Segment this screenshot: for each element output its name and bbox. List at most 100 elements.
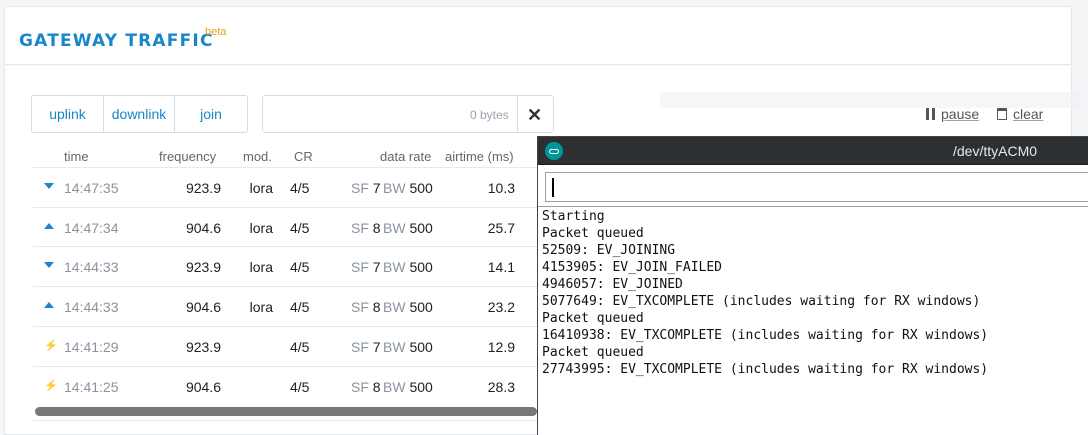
serial-output-line: 27743995: EV_TXCOMPLETE (includes waitin… bbox=[542, 362, 989, 377]
arduino-icon bbox=[545, 142, 563, 160]
row-bandwidth: BW 500 bbox=[383, 299, 433, 315]
bw-value: 500 bbox=[409, 339, 433, 355]
triangle-down-icon bbox=[44, 262, 54, 268]
sf-value: 7 bbox=[372, 259, 381, 275]
serial-output-line: 4153905: EV_JOIN_FAILED bbox=[542, 260, 723, 275]
row-spreading-factor: SF 7 bbox=[351, 259, 381, 275]
row-modulation: lora bbox=[249, 259, 273, 275]
row-airtime: 25.7 bbox=[487, 220, 515, 236]
row-frequency: 923.9 bbox=[185, 339, 221, 355]
row-bandwidth: BW 500 bbox=[383, 220, 433, 236]
sf-value: 8 bbox=[372, 379, 381, 395]
bw-value: 500 bbox=[409, 259, 433, 275]
bw-label: BW bbox=[383, 299, 406, 315]
row-modulation: lora bbox=[249, 299, 273, 315]
row-time: 14:41:29 bbox=[64, 339, 119, 355]
table-row[interactable]: 14:47:34 904.6 lora 4/5 SF 8 BW 500 25.7 bbox=[33, 207, 537, 246]
row-spreading-factor: SF 8 bbox=[351, 220, 381, 236]
column-header-modulation: mod. bbox=[243, 149, 272, 164]
sf-label: SF bbox=[351, 299, 369, 315]
row-bandwidth: BW 500 bbox=[383, 339, 433, 355]
serial-input-box bbox=[545, 172, 1088, 202]
serial-output-line: 16410938: EV_TXCOMPLETE (includes waitin… bbox=[542, 328, 989, 343]
bolt-icon: ⚡ bbox=[44, 340, 58, 352]
horizontal-scrollbar[interactable] bbox=[35, 407, 537, 416]
row-bandwidth: BW 500 bbox=[383, 180, 433, 196]
serial-input[interactable] bbox=[546, 173, 1088, 201]
table-row[interactable]: 14:44:33 923.9 lora 4/5 SF 7 BW 500 14.1 bbox=[33, 246, 537, 285]
serial-output-line: Packet queued bbox=[542, 226, 644, 241]
row-airtime: 28.3 bbox=[487, 379, 515, 395]
sf-value: 7 bbox=[372, 180, 381, 196]
serial-output-line: 4946057: EV_JOINED bbox=[542, 277, 683, 292]
window-titlebar[interactable]: /dev/ttyACM0 bbox=[538, 137, 1088, 165]
sf-value: 8 bbox=[372, 299, 381, 315]
sf-label: SF bbox=[351, 259, 369, 275]
bw-value: 500 bbox=[409, 379, 433, 395]
row-airtime: 23.2 bbox=[487, 299, 515, 315]
sf-value: 8 bbox=[372, 220, 381, 236]
clear-label: clear bbox=[1013, 106, 1044, 122]
bw-value: 500 bbox=[409, 299, 433, 315]
table-row[interactable]: 14:47:35 923.9 lora 4/5 SF 7 BW 500 10.3 bbox=[33, 167, 537, 206]
row-airtime: 14.1 bbox=[487, 259, 515, 275]
column-header-frequency: frequency bbox=[159, 149, 217, 164]
filter-join-button[interactable]: join bbox=[175, 96, 247, 132]
table-row[interactable]: ⚡ 14:41:29 923.9 4/5 SF 7 BW 500 12.9 bbox=[33, 326, 537, 365]
bw-label: BW bbox=[383, 339, 406, 355]
divider bbox=[538, 206, 1088, 207]
column-header-cr: CR bbox=[294, 149, 313, 164]
page-title: GATEWAY TRAFFIC bbox=[19, 31, 214, 51]
serial-output: Starting Packet queued 52509: EV_JOINING 41… bbox=[542, 208, 988, 378]
serial-monitor-window: /dev/ttyACM0 Starting Packet queued 52509:… bbox=[537, 136, 1088, 435]
header-card: GATEWAY TRAFFIC beta bbox=[4, 6, 1072, 65]
pause-label: pause bbox=[941, 106, 980, 122]
triangle-up-icon bbox=[44, 223, 54, 229]
close-icon[interactable]: ✕ bbox=[527, 105, 542, 126]
filter-uplink-button[interactable]: uplink bbox=[32, 96, 104, 132]
row-spreading-factor: SF 7 bbox=[351, 180, 381, 196]
serial-output-line: Starting bbox=[542, 209, 605, 224]
pause-button[interactable]: pause bbox=[926, 106, 979, 122]
table-row[interactable] bbox=[33, 420, 537, 435]
bytes-count: 0 bytes bbox=[470, 108, 509, 122]
table-row[interactable]: ⚡ 14:41:25 904.6 4/5 SF 8 BW 500 28.3 bbox=[33, 366, 537, 405]
trash-icon bbox=[997, 108, 1007, 120]
clear-button[interactable]: clear bbox=[997, 106, 1043, 122]
serial-output-line: Packet queued bbox=[542, 311, 644, 326]
row-spreading-factor: SF 7 bbox=[351, 339, 381, 355]
triangle-up-icon bbox=[44, 302, 54, 308]
row-frequency: 923.9 bbox=[185, 180, 221, 196]
bw-label: BW bbox=[383, 180, 406, 196]
row-frequency: 904.6 bbox=[185, 379, 221, 395]
bw-label: BW bbox=[383, 259, 406, 275]
bolt-icon: ⚡ bbox=[44, 380, 58, 392]
beta-badge: beta bbox=[205, 26, 227, 38]
table-row[interactable]: 14:44:33 904.6 lora 4/5 SF 8 BW 500 23.2 bbox=[33, 286, 537, 325]
sf-label: SF bbox=[351, 180, 369, 196]
window-title: /dev/ttyACM0 bbox=[953, 143, 1038, 159]
row-cr: 4/5 bbox=[290, 180, 310, 196]
row-cr: 4/5 bbox=[290, 379, 310, 395]
row-frequency: 904.6 bbox=[185, 220, 221, 236]
row-airtime: 10.3 bbox=[487, 180, 515, 196]
bw-label: BW bbox=[383, 379, 406, 395]
row-time: 14:47:34 bbox=[64, 220, 119, 236]
column-header-time: time bbox=[64, 149, 89, 164]
row-cr: 4/5 bbox=[290, 259, 310, 275]
row-frequency: 904.6 bbox=[185, 299, 221, 315]
row-bandwidth: BW 500 bbox=[383, 259, 433, 275]
row-cr: 4/5 bbox=[290, 339, 310, 355]
sf-label: SF bbox=[351, 379, 369, 395]
row-modulation: lora bbox=[249, 220, 273, 236]
serial-output-line: 52509: EV_JOINING bbox=[542, 243, 676, 258]
payload-filter: 0 bytes ✕ bbox=[262, 95, 554, 133]
filter-downlink-button[interactable]: downlink bbox=[104, 96, 175, 132]
divider bbox=[517, 96, 518, 132]
row-time: 14:44:33 bbox=[64, 299, 119, 315]
payload-filter-input[interactable] bbox=[271, 102, 471, 126]
serial-output-line: Packet queued bbox=[542, 345, 644, 360]
triangle-down-icon bbox=[44, 183, 54, 189]
bw-value: 500 bbox=[409, 180, 433, 196]
row-frequency: 923.9 bbox=[185, 259, 221, 275]
